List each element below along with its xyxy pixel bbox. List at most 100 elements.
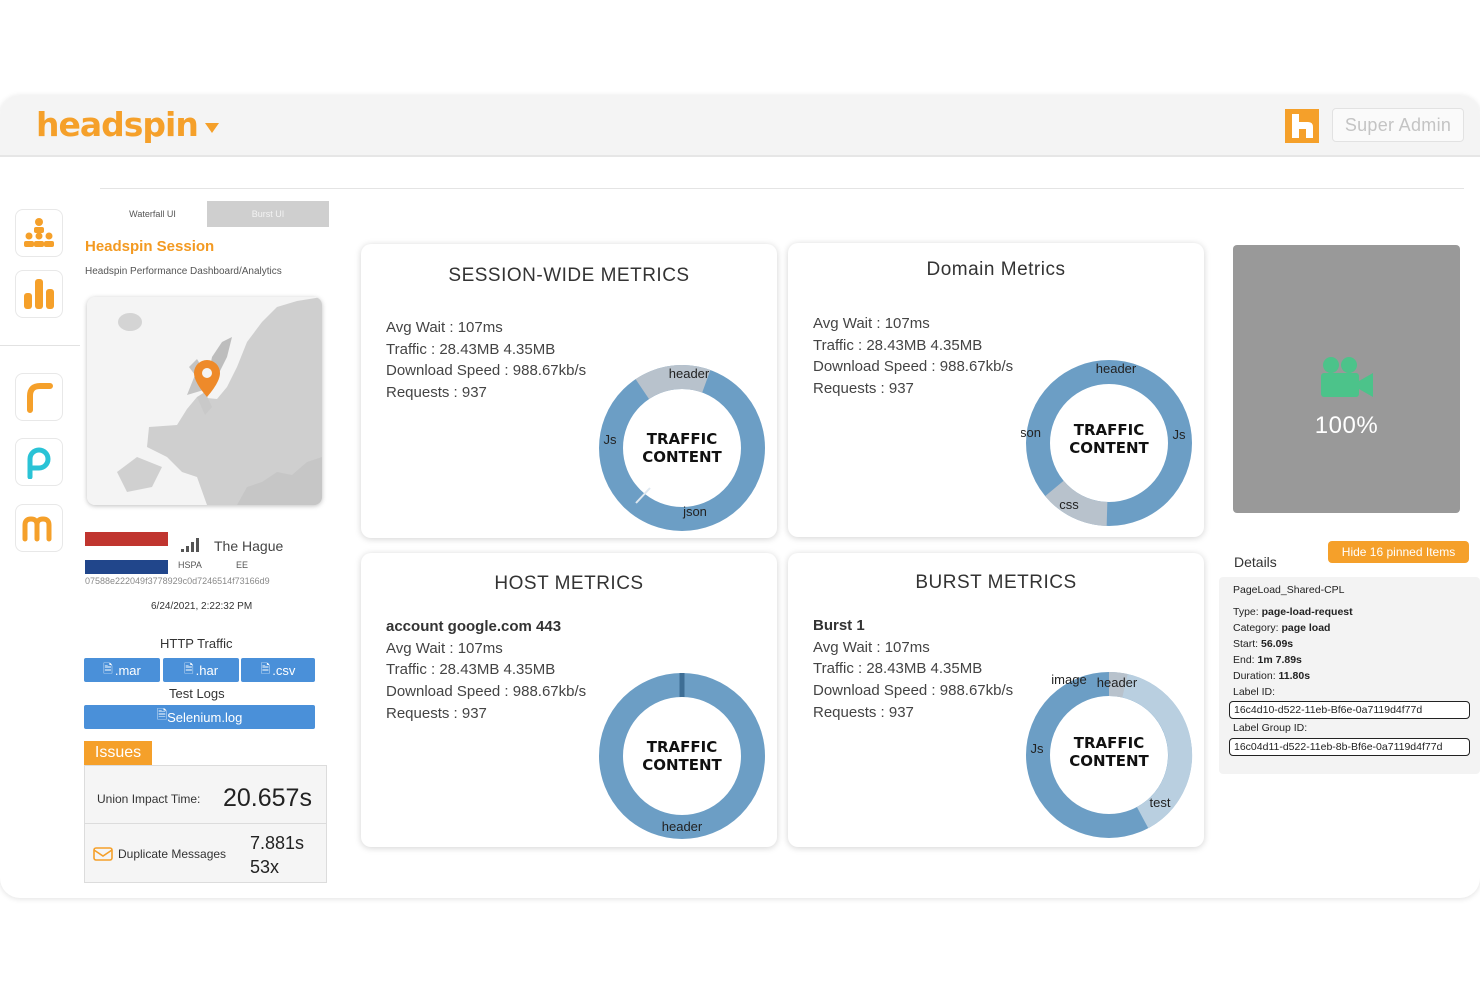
session-subtitle: Headspin Performance Dashboard/Analytics — [85, 266, 282, 277]
session-metrics-card: SESSION-WIDE METRICS Avg Wait : 107ms Tr… — [361, 244, 777, 538]
label-group-id-field[interactable]: 16c04d11-d522-11eb-8b-Bf6e-0a7119d4f77d — [1229, 738, 1470, 756]
donut-center-line-2: CONTENT — [642, 448, 722, 466]
file-download-icon: 🗎 — [156, 707, 168, 722]
metric-line: Traffic : 28.43MB 4.35MB — [813, 336, 983, 354]
burst-metrics-card: BURST METRICS Burst 1 Avg Wait : 107ms T… — [788, 553, 1204, 847]
metric-line: Requests : 937 — [813, 380, 914, 398]
card-metrics-list: Burst 1 Avg Wait : 107ms Traffic : 28.43… — [813, 615, 1013, 724]
host-metrics-card: HOST METRICS account google.com 443 Avg … — [361, 553, 777, 847]
metric-line: Requests : 937 — [813, 703, 914, 721]
session-title: Headspin Session — [85, 238, 215, 255]
rail-r-app-icon[interactable] — [15, 373, 63, 421]
carrier-name: EE — [236, 560, 249, 570]
card-title: HOST METRICS — [494, 573, 644, 594]
union-impact-label: Union Impact Time: — [97, 792, 201, 806]
host-name: account google.com 443 — [386, 618, 562, 635]
segment-label-json: json — [1021, 425, 1041, 440]
metric-line: Avg Wait : 107ms — [813, 638, 930, 656]
segment-label-header: header — [662, 819, 703, 834]
brand-dropdown-caret-icon[interactable] — [205, 123, 219, 133]
segment-label-header: header — [1097, 675, 1138, 690]
detail-name: PageLoad_Shared-CPL — [1233, 584, 1345, 596]
detail-end: End: 1m 7.89s — [1233, 654, 1302, 666]
download-mar-button[interactable]: 🗎 .mar — [84, 658, 160, 682]
donut-center-line-1: TRAFFIC — [647, 430, 717, 448]
details-title: Details — [1234, 554, 1277, 570]
top-divider — [100, 188, 1464, 189]
traffic-content-donut[interactable]: TRAFFIC CONTENT image header Js test — [1021, 667, 1197, 843]
metric-line: Avg Wait : 107ms — [386, 319, 503, 336]
traffic-content-donut[interactable]: TRAFFIC CONTENT header Js json — [594, 360, 770, 536]
metric-line: Download Speed : 988.67kb/s — [813, 358, 1014, 376]
segment-label-js: Js — [1031, 741, 1045, 756]
video-progress-label: 100% — [1314, 412, 1379, 439]
video-camera-icon — [1319, 355, 1375, 399]
card-title: Domain Metrics — [926, 259, 1066, 280]
app-window: headspin Super Admin Waterfall UI Burst … — [0, 95, 1480, 898]
traffic-content-donut[interactable]: TRAFFIC CONTENT header — [594, 668, 770, 844]
download-har-button[interactable]: 🗎 .har — [163, 658, 239, 682]
file-download-icon: 🗎 — [260, 661, 271, 676]
metric-line: Traffic : 28.43MB 4.35MB — [386, 340, 556, 358]
brand-logo[interactable]: headspin — [36, 105, 199, 144]
metric-line: Requests : 937 — [386, 704, 487, 722]
segment-label-image: image — [1051, 672, 1086, 687]
video-panel[interactable]: 100% — [1233, 245, 1460, 513]
burst-name: Burst 1 — [813, 617, 865, 634]
card-title: SESSION-WIDE METRICS — [448, 265, 690, 286]
mail-icon — [93, 846, 113, 862]
detail-duration: Duration: 11.80s — [1233, 670, 1311, 682]
segment-label-test: test — [1150, 795, 1171, 810]
rail-p-app-icon[interactable] — [15, 438, 63, 486]
issues-divider — [85, 823, 326, 824]
card-metrics-list: account google.com 443 Avg Wait : 107ms … — [386, 616, 586, 725]
domain-metrics-card: Domain Metrics Avg Wait : 107ms Traffic … — [788, 243, 1204, 537]
donut-center-line-1: TRAFFIC — [1074, 421, 1144, 439]
details-panel: PageLoad_Shared-CPL Type: page-load-requ… — [1219, 577, 1480, 774]
segment-label-header: header — [669, 366, 710, 381]
duplicate-messages-time: 7.881s — [250, 833, 305, 853]
label-id-label: Label ID: — [1233, 686, 1276, 698]
donut-center-line-2: CONTENT — [642, 756, 722, 774]
label-id-field[interactable]: 16c4d10-d522-11eb-Bf6e-0a7119d4f77d — [1229, 701, 1470, 719]
segment-label-header: header — [1096, 361, 1137, 376]
location-map[interactable] — [87, 297, 322, 505]
duplicate-messages-count: 53x — [250, 857, 280, 877]
session-city: The Hague — [214, 538, 284, 554]
metric-line: Requests : 937 — [386, 384, 487, 402]
rail-m-app-icon[interactable] — [15, 504, 63, 552]
duplicate-messages-label: Duplicate Messages — [118, 847, 227, 861]
traffic-content-donut[interactable]: header json Js css TRAFFIC CONTENT — [1021, 355, 1197, 531]
signal-strength-icon — [181, 538, 199, 552]
segment-label-json: json — [682, 504, 707, 519]
detail-category: Category: page load — [1233, 622, 1331, 634]
download-selenium-log-button[interactable]: 🗎 Selenium.log — [84, 705, 315, 729]
rail-analytics-icon[interactable] — [15, 270, 63, 318]
metric-line: Download Speed : 988.67kb/s — [386, 362, 587, 380]
union-impact-value: 20.657s — [223, 784, 312, 812]
http-traffic-title: HTTP Traffic — [160, 636, 233, 651]
hide-pinned-items-button[interactable]: Hide 16 pinned Items — [1328, 541, 1469, 563]
donut-center-line-1: TRAFFIC — [647, 738, 717, 756]
metric-line: Avg Wait : 107ms — [813, 315, 930, 332]
tab-waterfall-ui[interactable]: Waterfall UI — [100, 201, 205, 227]
detail-start: Start: 56.09s — [1233, 638, 1294, 650]
netherlands-flag-icon — [85, 532, 168, 574]
file-download-icon: 🗎 — [183, 661, 194, 676]
donut-center-line-2: CONTENT — [1069, 752, 1149, 770]
card-title: BURST METRICS — [915, 572, 1077, 593]
segment-label-css: css — [1059, 497, 1079, 512]
tab-burst-ui[interactable]: Burst UI — [207, 201, 329, 227]
issues-panel: Union Impact Time: 20.657s Duplicate Mes… — [84, 765, 327, 883]
donut-center-line-1: TRAFFIC — [1074, 734, 1144, 752]
metric-line: Avg Wait : 107ms — [386, 639, 503, 657]
device-id: 07588e222049f3778929c0d7246514f73166d9 — [85, 576, 270, 586]
user-menu-button[interactable]: Super Admin — [1332, 108, 1464, 142]
session-datetime: 6/24/2021, 2:22:32 PM — [151, 601, 253, 612]
segment-label-js: Js — [604, 432, 618, 447]
rail-team-icon[interactable] — [15, 209, 63, 257]
donut-center-line-2: CONTENT — [1069, 439, 1149, 457]
download-csv-button[interactable]: 🗎 .csv — [241, 658, 315, 682]
label-group-id-label: Label Group ID: — [1233, 722, 1308, 734]
test-logs-title: Test Logs — [169, 686, 225, 701]
